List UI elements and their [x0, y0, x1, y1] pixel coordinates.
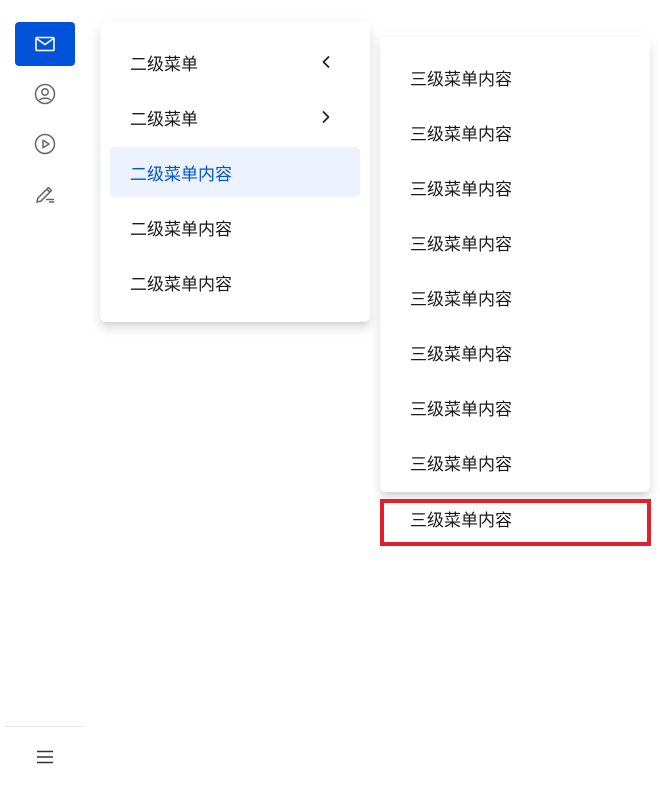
- submenu-item-label: 二级菜单: [130, 54, 198, 75]
- thirdmenu-item[interactable]: 三级菜单内容: [390, 107, 640, 157]
- submenu-item-label: 二级菜单内容: [130, 274, 232, 295]
- play-circle-icon: [34, 133, 56, 155]
- submenu-item[interactable]: 二级菜单内容: [110, 257, 360, 307]
- thirdmenu-item-label: 三级菜单内容: [410, 344, 512, 365]
- side-rail: [0, 0, 90, 789]
- thirdmenu-item-label: 三级菜单内容: [410, 179, 512, 200]
- thirdmenu-item[interactable]: 三级菜单内容: [390, 52, 640, 102]
- rail-item-edit[interactable]: [15, 172, 75, 216]
- thirdmenu-item[interactable]: 三级菜单内容: [390, 327, 640, 377]
- thirdmenu-item-label: 三级菜单内容: [410, 289, 512, 310]
- submenu-item-label: 二级菜单内容: [130, 219, 232, 240]
- submenu-panel: 二级菜单 二级菜单 二级菜单内容 二级菜单内容 二级菜单内容: [100, 22, 370, 322]
- thirdmenu-item[interactable]: 三级菜单内容: [390, 272, 640, 322]
- submenu-item[interactable]: 二级菜单: [110, 37, 360, 87]
- rail-divider: [5, 726, 85, 727]
- submenu-item[interactable]: 二级菜单: [110, 92, 360, 142]
- submenu-item-label: 二级菜单: [130, 109, 198, 130]
- thirdmenu-item-label: 三级菜单内容: [410, 510, 512, 531]
- chevron-left-icon: [322, 56, 330, 68]
- user-circle-icon: [34, 83, 56, 105]
- mail-icon: [35, 36, 55, 52]
- rail-collapse-button[interactable]: [15, 735, 75, 779]
- menu-icon: [37, 750, 53, 764]
- thirdmenu-item-label: 三级菜单内容: [410, 399, 512, 420]
- thirdmenu-overflow-item[interactable]: 三级菜单内容: [390, 493, 640, 543]
- chevron-right-icon: [322, 111, 330, 123]
- thirdmenu-item-label: 三级菜单内容: [410, 234, 512, 255]
- thirdmenu-item-label: 三级菜单内容: [410, 69, 512, 90]
- thirdmenu-item[interactable]: 三级菜单内容: [390, 217, 640, 267]
- thirdmenu-panel: 三级菜单内容 三级菜单内容 三级菜单内容 三级菜单内容 三级菜单内容 三级菜单内…: [380, 37, 650, 492]
- rail-item-user[interactable]: [15, 72, 75, 116]
- thirdmenu-item-label: 三级菜单内容: [410, 454, 512, 475]
- thirdmenu-item[interactable]: 三级菜单内容: [390, 382, 640, 432]
- rail-item-mail[interactable]: [15, 22, 75, 66]
- submenu-item[interactable]: 二级菜单内容: [110, 202, 360, 252]
- submenu-item-label: 二级菜单内容: [130, 164, 232, 185]
- submenu-item-active[interactable]: 二级菜单内容: [110, 147, 360, 197]
- rail-item-play[interactable]: [15, 122, 75, 166]
- edit-icon: [36, 186, 54, 203]
- thirdmenu-item[interactable]: 三级菜单内容: [390, 162, 640, 212]
- thirdmenu-item-label: 三级菜单内容: [410, 124, 512, 145]
- thirdmenu-item[interactable]: 三级菜单内容: [390, 437, 640, 487]
